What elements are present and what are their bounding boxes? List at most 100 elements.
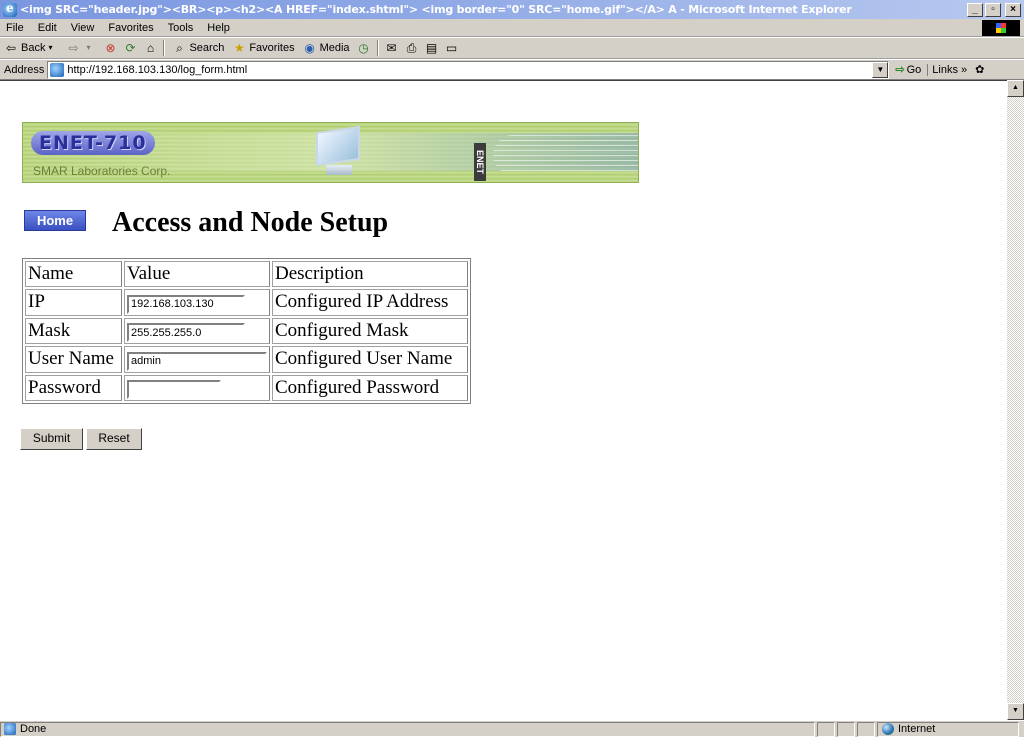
menu-edit[interactable]: Edit [31,22,64,34]
monitor-icon [308,125,366,177]
page-status-icon [4,723,16,735]
print-icon[interactable]: ⎙ [404,40,420,56]
menu-view[interactable]: View [64,22,102,34]
address-label: Address [4,63,45,76]
refresh-icon[interactable]: ⟳ [122,40,138,56]
back-arrow-icon: ⇦ [5,41,17,55]
go-label: Go [906,63,922,76]
table-header-row: Name Value Description [25,261,468,287]
media-label: Media [319,42,350,54]
links-button[interactable]: Links » [927,63,971,76]
address-dropdown-button[interactable]: ▼ [872,61,889,78]
header-description: Description [272,261,468,287]
row-value-password [124,374,270,401]
row-value-mask [124,317,270,344]
menu-file[interactable]: File [0,22,31,34]
standard-toolbar: ⇦ Back ▾ ⇨ ▾ ⊗ ⟳ ⌂ ⌕ Search ★ Favorites … [0,37,1024,59]
history-icon[interactable]: ◷ [356,40,372,56]
ip-input[interactable] [127,294,245,314]
product-logo: ENET-710 [31,131,155,155]
home-icon[interactable]: ⌂ [142,40,158,56]
search-label: Search [189,42,225,54]
product-name: ENET-710 [39,132,147,154]
maximize-button[interactable]: ▫ [985,2,1001,17]
address-input[interactable]: http://192.168.103.130/log_form.html ▼ [47,60,890,79]
back-label: Back [21,42,46,54]
zone-label: Internet [898,723,936,735]
window-title: <img SRC="header.jpg"><BR><p><h2><A HREF… [20,3,852,16]
banner-vertical-label: ENET [474,143,486,181]
row-desc-ip: Configured IP Address [272,289,468,316]
mask-input[interactable] [127,323,245,342]
forward-arrow-icon: ⇨ [68,41,79,55]
company-name: SMAR Laboratories Corp. [33,164,171,178]
toolbar-separator [163,40,166,56]
dropdown-icon: ▾ [86,43,91,52]
ie-icon [3,1,17,17]
monitor-stand [326,165,352,175]
row-desc-username: Configured User Name [272,346,468,373]
table-row: IP Configured IP Address [25,289,468,316]
security-zone: Internet [877,721,1019,737]
home-link-button[interactable]: Home [24,210,86,231]
forward-button[interactable]: ⇨ ▾ [62,41,100,55]
row-value-ip [124,289,270,316]
header-value: Value [124,261,270,287]
status-text: Done [20,723,47,735]
close-button[interactable]: × [1005,2,1021,17]
table-row: Mask Configured Mask [25,317,468,344]
discuss-icon[interactable]: ▭ [444,40,460,56]
address-url: http://192.168.103.130/log_form.html [67,63,248,76]
menu-bar: File Edit View Favorites Tools Help [0,19,1024,37]
scroll-down-icon[interactable]: ▼ [1007,703,1024,720]
vertical-scrollbar[interactable]: ▲ ▼ [1007,80,1024,720]
row-value-username [124,346,270,373]
password-input[interactable] [127,380,221,399]
go-button[interactable]: ⇨ Go [889,63,927,77]
page-content: ENET-710 SMAR Laboratories Corp. ENET Ho… [0,80,1024,720]
go-arrow-icon: ⇨ [895,64,905,76]
favorites-button[interactable]: ★ Favorites [228,41,298,55]
status-cell [857,721,875,737]
header-banner: ENET-710 SMAR Laboratories Corp. ENET [22,122,639,183]
extension-icon[interactable]: ✿ [975,63,984,76]
monitor-screen [316,125,360,167]
row-label-mask: Mask [25,317,122,344]
minimize-button[interactable]: _ [967,2,983,17]
edit-icon[interactable]: ▤ [424,40,440,56]
menu-favorites[interactable]: Favorites [101,22,160,34]
submit-button[interactable]: Submit [20,428,83,450]
favorites-label: Favorites [249,42,295,54]
title-bar: <img SRC="header.jpg"><BR><p><h2><A HREF… [0,0,1024,19]
scroll-up-icon[interactable]: ▲ [1007,80,1024,97]
media-button[interactable]: ◉ Media [299,41,354,55]
globe-icon [882,723,894,735]
address-bar: Address http://192.168.103.130/log_form.… [0,59,1024,80]
mail-icon[interactable]: ✉ [384,40,400,56]
table-row: Password Configured Password [25,374,468,401]
menu-help[interactable]: Help [200,22,237,34]
status-text-panel: Done [0,721,815,737]
reset-button[interactable]: Reset [86,428,142,450]
search-button[interactable]: ⌕ Search [168,41,228,55]
search-icon: ⌕ [176,41,183,55]
table-row: User Name Configured User Name [25,346,468,373]
setup-table: Name Value Description IP Configured IP … [22,258,471,404]
dropdown-icon: ▾ [48,43,53,52]
media-icon: ◉ [304,41,315,55]
menu-tools[interactable]: Tools [161,22,201,34]
favorites-icon: ★ [233,41,245,55]
status-cell [837,721,855,737]
banner-lines [493,135,638,175]
row-label-username: User Name [25,346,122,373]
browser-window: <img SRC="header.jpg"><BR><p><h2><A HREF… [0,0,1024,737]
stop-icon[interactable]: ⊗ [102,40,118,56]
windows-logo-icon [982,20,1020,36]
row-desc-password: Configured Password [272,374,468,401]
row-label-password: Password [25,374,122,401]
status-cell [817,721,835,737]
page-icon [50,62,65,77]
back-button[interactable]: ⇦ Back ▾ [0,41,62,55]
header-name: Name [25,261,122,287]
username-input[interactable] [127,351,267,371]
